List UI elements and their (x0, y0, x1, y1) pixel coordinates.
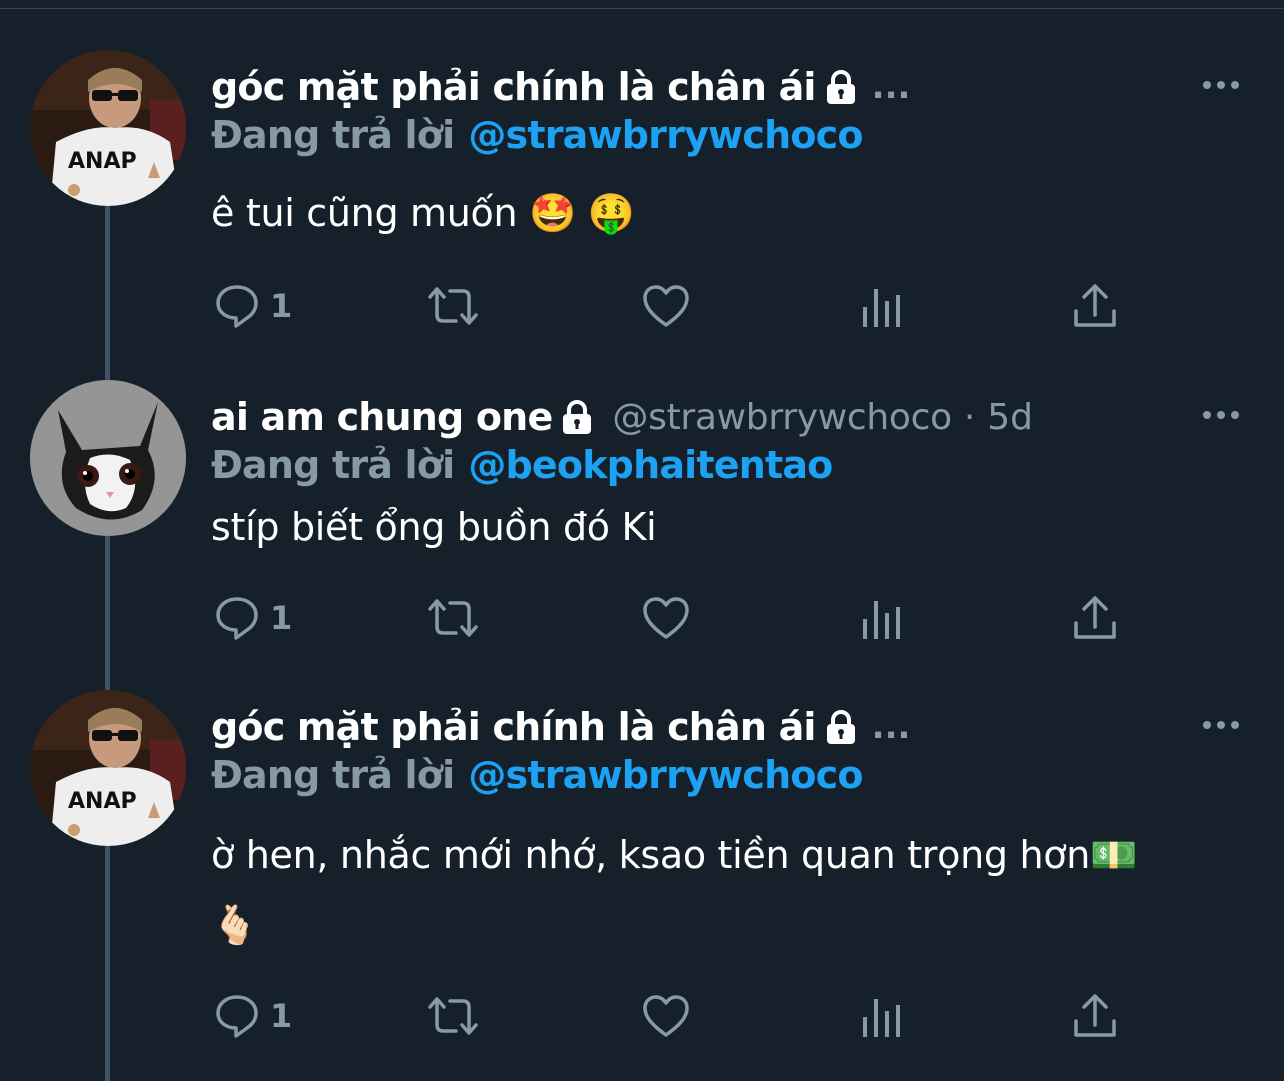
avatar[interactable]: ANAP (30, 690, 186, 846)
reply-count: 1 (270, 997, 293, 1035)
reply-icon (216, 995, 258, 1038)
retweet-icon (428, 599, 478, 637)
reply-count: 1 (270, 287, 293, 325)
reply-to-handle-link[interactable]: @strawbrrywchoco (468, 753, 863, 797)
tweet[interactable]: ANAP góc mặt phải chính là chân ái ... Đ… (0, 690, 1284, 1081)
reply-count: 1 (270, 599, 293, 637)
replying-to: Đang trả lời @strawbrrywchoco (211, 750, 863, 800)
avatar[interactable]: ANAP (30, 50, 186, 206)
reply-prefix: Đang trả lời (211, 113, 455, 157)
more-icon[interactable] (1198, 710, 1244, 740)
more-icon[interactable] (1198, 400, 1244, 430)
replying-to: Đang trả lời @strawbrrywchoco (211, 110, 863, 160)
like-button[interactable] (642, 276, 690, 336)
reply-icon (216, 285, 258, 328)
svg-text:ANAP: ANAP (68, 789, 137, 814)
tweet-timestamp[interactable]: 5d (987, 397, 1033, 438)
analytics-icon (863, 289, 900, 327)
avatar-boy-sunglasses: ANAP (30, 50, 186, 206)
tweet-text: stíp biết ổng buồn đó Ki (211, 492, 657, 562)
avatar[interactable] (30, 380, 186, 536)
tweet-header: góc mặt phải chính là chân ái ... (211, 702, 910, 752)
tweet-text: ờ hen, nhắc mới nhớ, ksao tiền quan trọn… (211, 820, 1137, 960)
analytics-icon (863, 999, 900, 1037)
analytics-button[interactable] (860, 276, 904, 336)
reply-prefix: Đang trả lời (211, 753, 455, 797)
tweet-text-line: 🫰🏻 (211, 903, 259, 947)
tweet-text-line: ê tui cũng muốn 🤩 🤑 (211, 191, 635, 235)
share-button[interactable] (1072, 986, 1118, 1046)
display-name[interactable]: góc mặt phải chính là chân ái (211, 705, 816, 749)
lock-icon (560, 399, 594, 435)
display-name[interactable]: ai am chung one (211, 395, 553, 439)
name-ellipsis: ... (871, 67, 911, 107)
retweet-icon (428, 287, 478, 325)
tweet-header: góc mặt phải chính là chân ái ... (211, 62, 910, 112)
share-button[interactable] (1072, 588, 1118, 648)
tweet[interactable]: ai am chung one @strawbrrywchoco · 5d Đa… (0, 380, 1284, 680)
lock-icon (824, 709, 858, 745)
tweet-text-line: ờ hen, nhắc mới nhớ, ksao tiền quan trọn… (211, 833, 1137, 877)
share-button[interactable] (1072, 276, 1118, 336)
dot-separator: · (963, 396, 976, 438)
heart-icon (643, 285, 689, 327)
avatar-boy-sunglasses: ANAP (30, 690, 186, 846)
heart-icon (643, 597, 689, 639)
avatar-cat (30, 380, 186, 536)
tweet-actions: 1 (0, 986, 1284, 1046)
tweet-actions: 1 (0, 588, 1284, 648)
tweet-text-line: stíp biết ổng buồn đó Ki (211, 505, 657, 549)
tweet-actions: 1 (0, 276, 1284, 336)
retweet-icon (428, 997, 478, 1035)
retweet-button[interactable] (424, 588, 482, 648)
reply-to-handle-link[interactable]: @beokphaitentao (468, 443, 833, 487)
tweet-text: ê tui cũng muốn 🤩 🤑 (211, 178, 635, 248)
top-divider (0, 0, 1284, 9)
tweet[interactable]: ANAP góc mặt phải chính là chân ái ... Đ… (0, 50, 1284, 370)
share-icon (1074, 596, 1116, 639)
more-icon[interactable] (1198, 70, 1244, 100)
retweet-button[interactable] (424, 986, 482, 1046)
analytics-button[interactable] (860, 986, 904, 1046)
reply-prefix: Đang trả lời (211, 443, 455, 487)
display-name[interactable]: góc mặt phải chính là chân ái (211, 65, 816, 109)
lock-icon (824, 69, 858, 105)
reply-button[interactable]: 1 (214, 588, 292, 648)
reply-button[interactable]: 1 (214, 276, 292, 336)
analytics-button[interactable] (860, 588, 904, 648)
share-icon (1074, 284, 1116, 327)
reply-to-handle-link[interactable]: @strawbrrywchoco (468, 113, 863, 157)
heart-icon (643, 995, 689, 1037)
name-ellipsis: ... (871, 707, 911, 747)
tweet-header: ai am chung one @strawbrrywchoco · 5d (211, 392, 1033, 442)
reply-button[interactable]: 1 (214, 986, 292, 1046)
like-button[interactable] (642, 588, 690, 648)
like-button[interactable] (642, 986, 690, 1046)
replying-to: Đang trả lời @beokphaitentao (211, 440, 833, 490)
svg-text:ANAP: ANAP (68, 149, 137, 174)
share-icon (1074, 994, 1116, 1037)
retweet-button[interactable] (424, 276, 482, 336)
reply-icon (216, 597, 258, 640)
analytics-icon (863, 601, 900, 639)
user-handle[interactable]: @strawbrrywchoco (612, 397, 952, 438)
